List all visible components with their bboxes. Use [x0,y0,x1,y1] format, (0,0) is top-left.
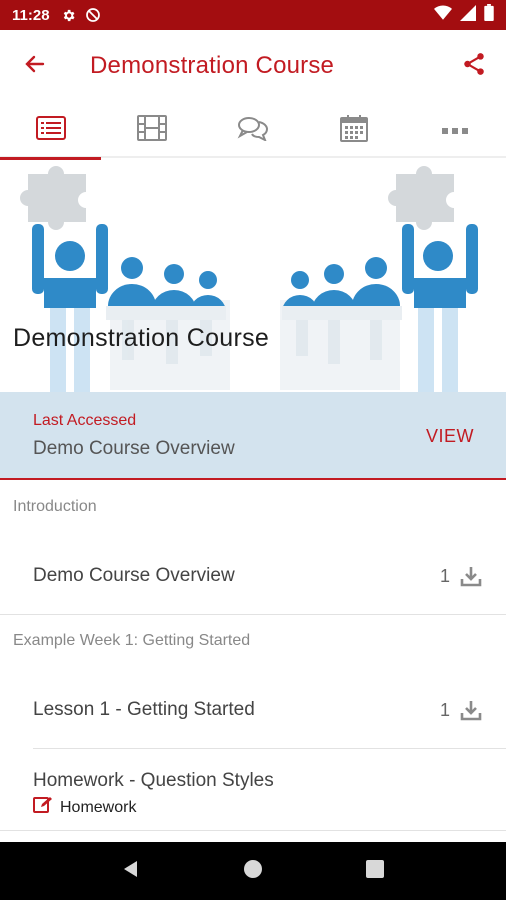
do-not-disturb-icon [84,6,102,24]
arrow-back-icon [23,52,47,81]
course-title: Demonstration Course [13,324,270,352]
nav-back-button[interactable] [111,851,151,891]
section-header: Introduction [13,498,97,515]
course-hero-banner: Demonstration Course [0,160,506,392]
tab-discussions[interactable] [202,102,303,158]
list-item[interactable]: Lesson 1 - Getting Started 1 [0,680,506,740]
status-bar: 11:28 [0,0,506,30]
nav-home-button[interactable] [233,851,273,891]
tab-outline[interactable] [0,102,102,160]
download-icon[interactable] [460,565,482,587]
wifi-icon [434,5,452,26]
attachment-count: 1 [439,566,450,586]
settings-gear-icon [60,6,78,24]
view-button[interactable]: VIEW [426,426,474,447]
divider [0,614,506,615]
last-accessed-label: Last Accessed [33,412,137,429]
download-icon[interactable] [460,699,482,721]
list-item-label: Demo Course Overview [33,565,235,586]
share-button[interactable] [456,48,492,84]
circle-home-icon [243,859,263,884]
nav-recents-button[interactable] [355,851,395,891]
section-header: Example Week 1: Getting Started [13,632,251,649]
list-item[interactable]: Demo Course Overview 1 [0,546,506,606]
calendar-icon [340,114,369,147]
triangle-back-icon [121,859,141,884]
last-accessed-item: Demo Course Overview [33,438,235,459]
list-icon [35,115,66,145]
homework-tag-label: Homework [60,798,137,816]
list-item[interactable]: Homework - Question Styles Homework [0,756,506,826]
battery-icon [484,4,494,26]
page-title: Demonstration Course [90,52,335,79]
list-item-label: Homework - Question Styles [33,770,274,791]
tab-videos[interactable] [101,102,202,158]
status-time: 11:28 [12,6,50,24]
edit-icon [33,796,53,819]
tab-more[interactable] [405,102,506,158]
last-accessed-card[interactable]: Last Accessed Demo Course Overview VIEW [0,392,506,480]
back-button[interactable] [0,30,70,102]
share-icon [461,51,487,82]
film-icon [136,114,167,146]
cell-signal-icon [460,4,476,26]
homework-tag: Homework [33,796,136,819]
system-navigation-bar [0,842,506,900]
tab-calendar[interactable] [304,102,405,158]
teamwork-illustration [20,166,478,392]
course-tabs [0,102,506,160]
divider [0,830,506,831]
list-item-label: Lesson 1 - Getting Started [33,699,255,720]
app-bar: Demonstration Course [0,30,506,102]
more-horizontal-icon [442,121,469,139]
chat-icon [237,115,269,146]
square-recents-icon [366,859,384,883]
divider [33,748,506,749]
attachment-count: 1 [439,700,450,720]
